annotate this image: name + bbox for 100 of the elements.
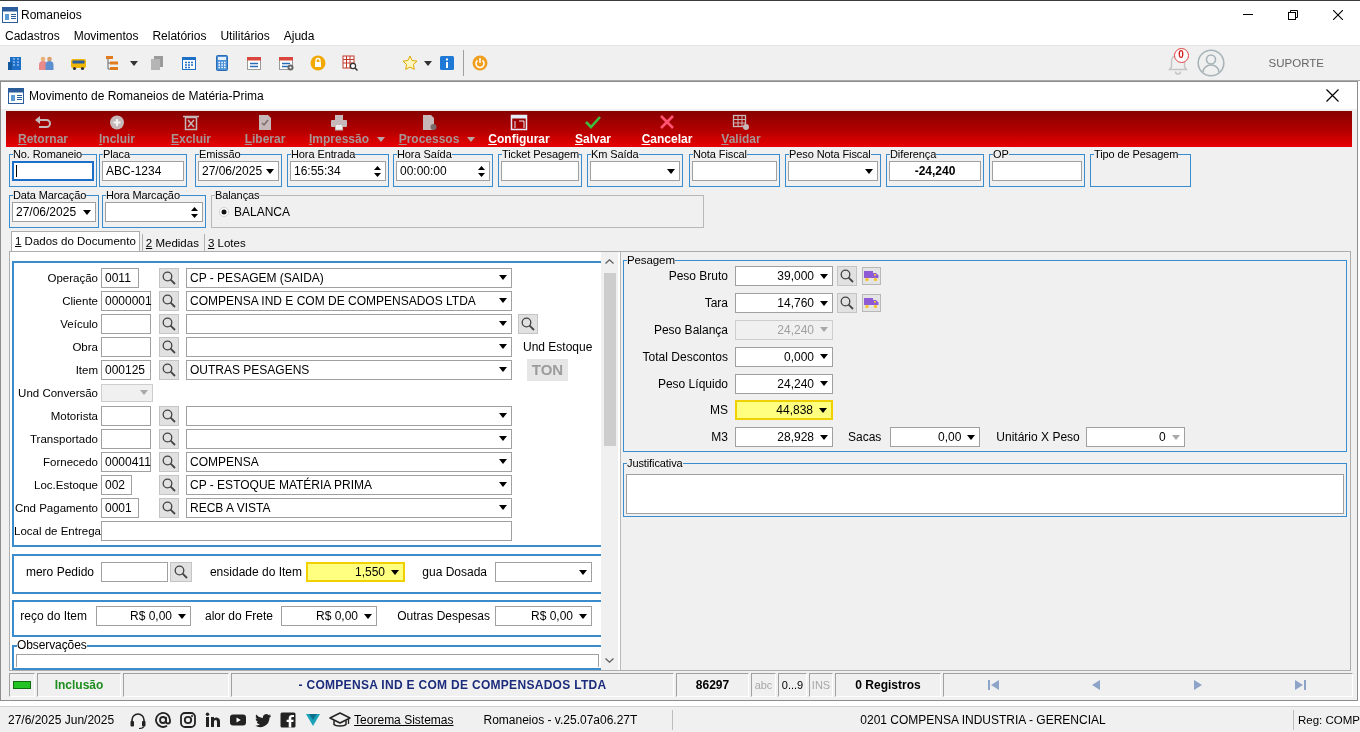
- search-button[interactable]: [159, 474, 179, 495]
- code-field[interactable]: [101, 313, 151, 334]
- headset-icon[interactable]: [129, 710, 148, 729]
- hierarchy-icon[interactable]: [105, 55, 121, 71]
- code-field[interactable]: 0001: [101, 497, 139, 518]
- dropdown-field[interactable]: [186, 405, 512, 426]
- menu-item[interactable]: Utilitários: [220, 29, 270, 44]
- f-logo-icon[interactable]: [279, 710, 298, 729]
- building-icon[interactable]: [7, 55, 23, 71]
- dropdown-field[interactable]: R$ 0,00: [281, 606, 377, 626]
- dropdown-field[interactable]: 28,928: [735, 427, 833, 448]
- code-field[interactable]: [101, 428, 151, 449]
- time-field[interactable]: 00:00:00: [396, 161, 490, 181]
- dropdown-field[interactable]: RECB A VISTA: [186, 497, 512, 518]
- search-button[interactable]: [159, 336, 179, 357]
- truck-icon[interactable]: [862, 267, 881, 286]
- at-sign-icon[interactable]: [154, 710, 173, 729]
- dropdown-field[interactable]: R$ 0,00: [96, 606, 191, 626]
- dropdown-field[interactable]: CP - ESTOQUE MATÉRIA PRIMA: [186, 474, 512, 495]
- calendar-icon[interactable]: [246, 55, 262, 71]
- dropdown-field[interactable]: 0,00: [890, 427, 981, 448]
- menu-item[interactable]: Relatórios: [152, 29, 207, 44]
- search-button[interactable]: [170, 562, 192, 582]
- dropdown-field[interactable]: OUTRAS PESAGENS: [186, 359, 512, 380]
- dropdown-field[interactable]: CP - PESAGEM (SAIDA): [186, 267, 512, 288]
- scroll-down-icon[interactable]: [605, 658, 614, 663]
- in-logo-icon[interactable]: [204, 710, 223, 729]
- search-button[interactable]: [159, 497, 179, 518]
- code-field[interactable]: [101, 336, 151, 357]
- code-field[interactable]: 0000001: [101, 290, 151, 311]
- time-field[interactable]: [105, 202, 203, 222]
- search-button[interactable]: [159, 451, 179, 472]
- code-field[interactable]: 002: [101, 474, 132, 495]
- website-link[interactable]: Teorema Sistemas: [354, 712, 454, 727]
- search-button[interactable]: [518, 313, 538, 334]
- code-field[interactable]: 000125: [101, 359, 151, 380]
- search-button[interactable]: [159, 428, 179, 449]
- scrollbar-thumb[interactable]: [603, 273, 616, 446]
- justification-field[interactable]: [626, 473, 1344, 514]
- code-field[interactable]: [101, 405, 151, 426]
- dropdown-field[interactable]: 0,000: [735, 346, 833, 367]
- text-field[interactable]: [101, 562, 168, 582]
- code-field[interactable]: 0000411: [101, 451, 151, 472]
- dropdown-field[interactable]: [788, 161, 878, 181]
- tab[interactable]: 1 Dados do Documento: [11, 231, 140, 251]
- toolbar-button[interactable]: Salvar: [556, 111, 630, 147]
- search-button[interactable]: [159, 313, 179, 334]
- info-icon[interactable]: [439, 55, 455, 71]
- caret-down-icon[interactable]: [130, 60, 138, 66]
- search-button[interactable]: [159, 290, 179, 311]
- date-field[interactable]: 27/06/2025: [198, 161, 279, 181]
- dropdown-field[interactable]: [186, 428, 512, 449]
- search-button[interactable]: [159, 359, 179, 380]
- toolbar-button[interactable]: Cancelar: [630, 111, 704, 147]
- radio-option[interactable]: BALANCA: [219, 205, 291, 219]
- search-button[interactable]: [837, 293, 857, 314]
- code-field[interactable]: 0011: [101, 267, 139, 288]
- dropdown-field[interactable]: 39,000: [735, 266, 833, 287]
- dropdown-field[interactable]: [590, 161, 680, 181]
- text-field[interactable]: [501, 161, 579, 181]
- dropdown-field[interactable]: COMPENSA IND E COM DE COMPENSADOS LTDA: [186, 290, 512, 311]
- dropdown-field[interactable]: [495, 562, 592, 582]
- camera-icon[interactable]: [179, 710, 198, 729]
- notes-field[interactable]: [16, 654, 599, 667]
- date-field[interactable]: 27/06/2025: [12, 202, 96, 222]
- text-field[interactable]: ABC-1234: [102, 161, 184, 181]
- truck-icon[interactable]: [862, 294, 881, 313]
- dropdown-field[interactable]: 0: [1085, 427, 1185, 448]
- dropdown-field[interactable]: [186, 313, 512, 334]
- text-field[interactable]: [101, 520, 512, 541]
- search-button[interactable]: [837, 266, 857, 287]
- scrollbar[interactable]: [601, 252, 618, 670]
- report-search-icon[interactable]: [342, 55, 358, 71]
- text-field[interactable]: [12, 161, 94, 181]
- menu-item[interactable]: Ajuda: [283, 29, 315, 44]
- dropdown-field[interactable]: 24,240: [735, 373, 833, 394]
- menu-item[interactable]: Movimentos: [73, 29, 139, 44]
- text-field[interactable]: [992, 161, 1082, 181]
- text-field[interactable]: [692, 161, 777, 181]
- calendar-gear-icon[interactable]: [278, 55, 294, 71]
- documents-icon[interactable]: [149, 55, 165, 71]
- dropdown-field[interactable]: [186, 336, 512, 357]
- search-button[interactable]: [159, 405, 179, 426]
- calculator-icon[interactable]: [214, 55, 230, 71]
- dropdown-field[interactable]: 14,760: [735, 293, 833, 314]
- dropdown-field[interactable]: 44,838: [735, 400, 833, 421]
- star-icon[interactable]: [402, 55, 418, 71]
- dropdown-field[interactable]: COMPENSA: [186, 451, 512, 472]
- toolbar-button[interactable]: Configurar: [482, 111, 556, 147]
- calendar-grid-icon[interactable]: [181, 55, 197, 71]
- scroll-up-icon[interactable]: [605, 259, 614, 264]
- graduation-cap-icon[interactable]: [329, 710, 352, 729]
- search-button[interactable]: [159, 267, 179, 288]
- time-field[interactable]: 16:55:34: [290, 161, 386, 181]
- dropdown-field[interactable]: R$ 0,00: [495, 606, 592, 626]
- people-icon[interactable]: [38, 55, 54, 71]
- dropdown-field[interactable]: 1,550: [306, 562, 405, 582]
- difference-field[interactable]: -24,240: [889, 161, 981, 181]
- caret-down-icon[interactable]: [424, 60, 432, 66]
- menu-item[interactable]: Cadastros: [5, 29, 60, 44]
